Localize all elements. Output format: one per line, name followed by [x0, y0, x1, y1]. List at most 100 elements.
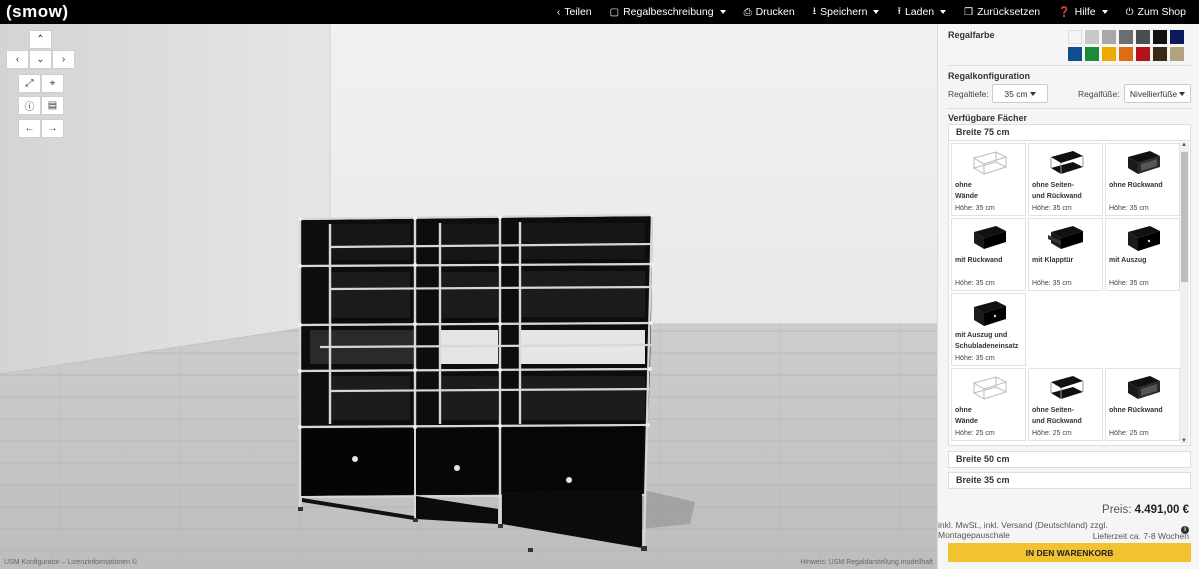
- compartment-tile[interactable]: ohne Wände Höhe: 35 cm: [951, 143, 1026, 216]
- compartment-tile[interactable]: ohne Rückwand Höhe: 35 cm: [1105, 143, 1180, 216]
- undo-button[interactable]: ←: [18, 119, 41, 138]
- view-group: ⤢ ⌖: [18, 74, 64, 93]
- caret-down-icon: [1029, 91, 1036, 96]
- color-swatches: [1068, 30, 1190, 61]
- top-nav: ‹ Teilen ▢ Regalbeschreibung ⎙ Drucken ⭳ Speich…: [548, 0, 1195, 24]
- info-icon: ⓘ: [24, 102, 35, 113]
- compartment-height: Höhe: 35 cm: [1109, 280, 1149, 287]
- compartment-height: Höhe: 25 cm: [1032, 430, 1072, 437]
- license-link[interactable]: USM Konfigurator – Lizenzinformationen ©: [4, 559, 137, 566]
- camera-direction-group: ‹ ⌄ ›: [6, 50, 75, 69]
- color-swatch-beige[interactable]: [1170, 47, 1184, 61]
- camera-down-button[interactable]: ⌄: [29, 50, 52, 69]
- scroll-thumb[interactable]: [1181, 152, 1188, 282]
- arrow-right-icon: →: [47, 123, 58, 134]
- camera-right-button[interactable]: ›: [52, 50, 75, 69]
- color-swatch-mittelgrau[interactable]: [1102, 30, 1116, 44]
- color-swatch-stahlblau[interactable]: [1170, 30, 1184, 44]
- compartment-name: ohne Seiten-und Rückwand: [1032, 181, 1100, 202]
- redo-button[interactable]: →: [41, 119, 64, 138]
- smow-logo[interactable]: (smow): [6, 2, 69, 22]
- color-swatch-lichtgrau[interactable]: [1085, 30, 1099, 44]
- scroll-down-icon[interactable]: ▼: [1181, 438, 1187, 444]
- room-scene: [0, 24, 937, 569]
- compartment-name: mit Klapptür: [1032, 256, 1100, 267]
- compartment-name-line1: mit Rückwand: [955, 257, 1003, 264]
- divider: [948, 65, 1191, 66]
- regaltiefe-label: Regaltiefe:: [948, 89, 989, 99]
- compartment-tile[interactable]: mit Auszug und Schubladeneinsatz Höhe: 35 …: [951, 293, 1026, 366]
- compartment-tile[interactable]: ohne Seiten-und Rückwand Höhe: 35 cm: [1028, 143, 1103, 216]
- share-icon: ‹: [556, 6, 561, 18]
- color-swatch-reinweiss[interactable]: [1068, 30, 1082, 44]
- camera-left-button[interactable]: ‹: [6, 50, 29, 69]
- compartment-name-line1: ohne Seiten-: [1032, 407, 1075, 414]
- compartment-height: Höhe: 25 cm: [955, 430, 995, 437]
- nav-teilen[interactable]: ‹ Teilen: [548, 0, 601, 24]
- compartment-tile[interactable]: ohne Seiten-und Rückwand Höhe: 25 cm: [1028, 368, 1103, 441]
- color-swatch-gruen[interactable]: [1085, 47, 1099, 61]
- regalfarbe-title: Regalfarbe: [948, 30, 995, 40]
- expand-view-button[interactable]: ⤢: [18, 74, 41, 93]
- nav-zur-cksetzen[interactable]: ❒ Zurücksetzen: [955, 0, 1049, 24]
- color-swatch-braun[interactable]: [1153, 47, 1167, 61]
- caret-down-icon: [1101, 10, 1108, 14]
- compartment-name-line1: mit Klapptür: [1032, 257, 1074, 264]
- regalkonfiguration-title: Regalkonfiguration: [948, 71, 1031, 81]
- color-swatch-gelb[interactable]: [1102, 47, 1116, 61]
- color-swatch-enzianblau[interactable]: [1068, 47, 1082, 61]
- nav-speichern[interactable]: ⭳ Speichern: [804, 0, 889, 24]
- compartment-name: mit Auszug: [1109, 256, 1177, 267]
- top-bar: (smow) ‹ Teilen ▢ Regalbeschreibung ⎙ Drucken…: [0, 0, 1199, 24]
- regalfuesse-label: Regalfüße:: [1078, 89, 1120, 99]
- color-swatch-dunkelgrau[interactable]: [1136, 30, 1150, 44]
- nav-zum-shop[interactable]: ⏻ Zum Shop: [1117, 0, 1195, 24]
- color-swatch-schwarz[interactable]: [1153, 30, 1167, 44]
- nav-laden[interactable]: ⭱ Laden: [888, 0, 955, 24]
- config-panel: Regalfarbe Regalkonfiguration Regaltiefe…: [937, 24, 1199, 569]
- color-swatch-orange[interactable]: [1119, 47, 1133, 61]
- compartment-tile[interactable]: mit Klapptür Höhe: 35 cm: [1028, 218, 1103, 291]
- open-compartment-icon: [1050, 151, 1084, 174]
- compartment-height: Höhe: 35 cm: [955, 280, 995, 287]
- caret-down-icon: [940, 10, 947, 14]
- section-breite-50[interactable]: Breite 50 cm: [948, 451, 1191, 468]
- crosshair-icon: ⌖: [49, 78, 56, 89]
- compartment-tile[interactable]: mit Rückwand Höhe: 35 cm: [951, 218, 1026, 291]
- section-breite-35[interactable]: Breite 35 cm: [948, 472, 1191, 489]
- info-group: ⓘ ▤: [18, 96, 64, 115]
- center-view-button[interactable]: ⌖: [41, 74, 64, 93]
- section-breite-75[interactable]: Breite 75 cm: [948, 124, 1191, 141]
- color-swatch-rot[interactable]: [1136, 47, 1150, 61]
- compartment-name-line1: mit Auszug: [1109, 257, 1147, 264]
- display-notice: Hinweis: USM Regaldarstellung modellhaft: [800, 559, 933, 566]
- nav-drucken[interactable]: ⎙ Drucken: [735, 0, 804, 24]
- add-to-cart-button[interactable]: IN DEN WARENKORB: [948, 543, 1191, 562]
- caret-down-icon: [873, 10, 880, 14]
- color-swatch-anthrazitgrau[interactable]: [1119, 30, 1133, 44]
- faecher-title: Verfügbare Fächer: [948, 113, 1028, 123]
- section-breite-75-body: ohne Wände Höhe: 35 cm ohne Seiten-und Rück…: [948, 141, 1191, 446]
- compartment-tile[interactable]: mit Auszug Höhe: 35 cm: [1105, 218, 1180, 291]
- chevron-up-icon: ⌃: [36, 34, 45, 45]
- info-button[interactable]: ⓘ: [18, 96, 41, 115]
- camera-up-button[interactable]: ⌃: [29, 30, 52, 49]
- regaltiefe-dropdown[interactable]: 35 cm: [992, 84, 1048, 103]
- compartment-height: Höhe: 25 cm: [1109, 430, 1149, 437]
- scrollbar[interactable]: ▲ ▼: [1180, 142, 1189, 444]
- nav-regalbeschreibung[interactable]: ▢ Regalbeschreibung: [601, 0, 735, 24]
- compartment-tile[interactable]: ohne Rückwand Höhe: 25 cm: [1105, 368, 1180, 441]
- 3d-viewport[interactable]: ⌃ ‹ ⌄ › ⤢ ⌖ ⓘ ▤ ← → USM Konfigurator – L…: [0, 24, 937, 569]
- regalfuesse-dropdown[interactable]: Nivellierfüße: [1124, 84, 1191, 103]
- compartment-tile[interactable]: ohne Wände Höhe: 25 cm: [951, 368, 1026, 441]
- folder-icon: ▤: [47, 100, 58, 111]
- scroll-up-icon[interactable]: ▲: [1181, 142, 1187, 148]
- compartment-name-line1: ohne: [955, 182, 972, 189]
- folder-button[interactable]: ▤: [41, 96, 64, 115]
- nav-label: Teilen: [564, 6, 592, 18]
- open-compartment-icon: [1050, 376, 1084, 399]
- nav-hilfe[interactable]: ❓ Hilfe: [1049, 0, 1116, 24]
- download-icon: ⭳: [812, 5, 817, 17]
- box-compartment-icon: [974, 226, 1006, 249]
- nav-label: Zurücksetzen: [977, 6, 1041, 18]
